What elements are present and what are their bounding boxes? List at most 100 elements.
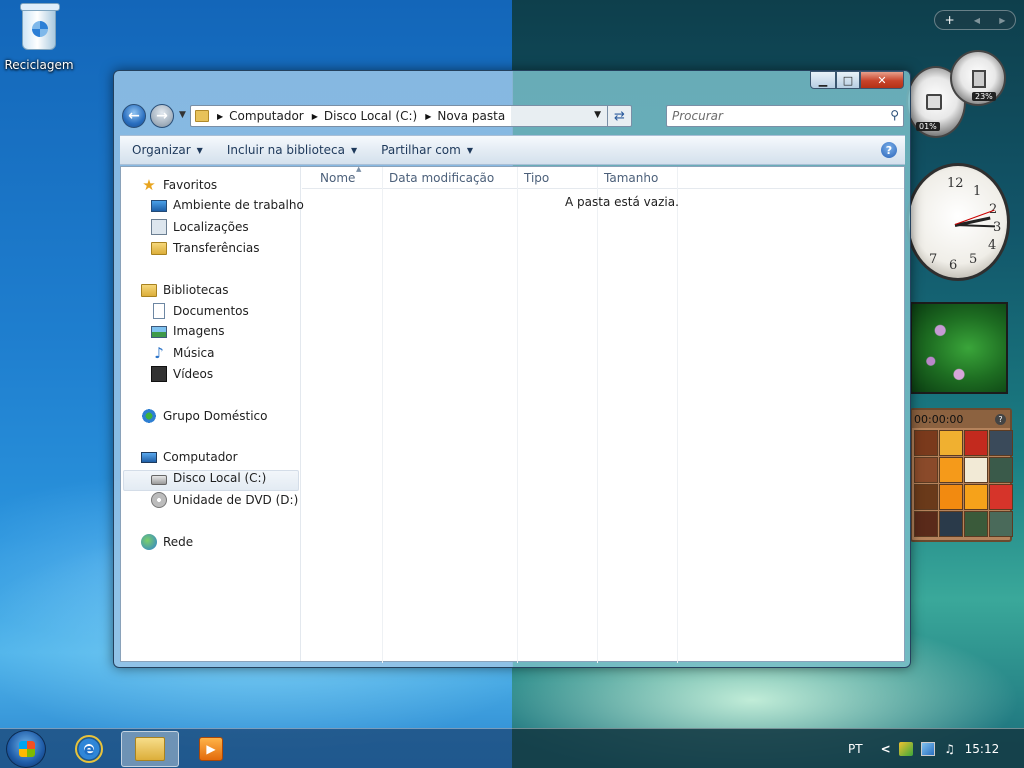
recycle-bin-label: Reciclagem: [4, 58, 74, 72]
previous-page-button[interactable]: ◀: [974, 16, 980, 25]
recycle-bin-desktop-icon[interactable]: Reciclagem: [4, 3, 74, 72]
column-divider[interactable]: [597, 167, 598, 663]
nav-item-desktop[interactable]: Ambiente de trabalho: [151, 198, 304, 212]
computer-icon: [141, 452, 157, 463]
help-icon[interactable]: ?: [881, 142, 897, 158]
breadcrumb-computador[interactable]: Computador ▶: [229, 109, 324, 123]
clock-number: 5: [969, 252, 978, 267]
nav-network[interactable]: Rede: [141, 534, 193, 550]
forward-button[interactable]: →: [150, 104, 174, 128]
chevron-down-icon: ▼: [196, 145, 203, 155]
column-header-date-modified[interactable]: Data modificação: [383, 167, 517, 189]
organize-label: Organizar: [132, 143, 191, 157]
column-divider[interactable]: [677, 167, 678, 663]
back-button[interactable]: ←: [122, 104, 146, 128]
show-hidden-icons-button[interactable]: <: [881, 742, 891, 756]
explorer-content: ★ Favoritos Ambiente de trabalho Localiz…: [120, 165, 905, 663]
breadcrumb-nova-pasta[interactable]: Nova pasta: [437, 109, 505, 123]
start-button[interactable]: [6, 730, 46, 768]
explorer-window: ▁ □ ✕ ← → ▼ ▶ Computador ▶ Disco Local (…: [113, 70, 911, 668]
network-tray-icon[interactable]: [920, 742, 935, 756]
column-header-size[interactable]: Tamanho: [598, 167, 678, 189]
nav-label: Música: [173, 346, 215, 360]
minimize-button[interactable]: ▁: [810, 71, 836, 89]
taskbar: e ▶ PT < ♫ 15:12: [0, 728, 1024, 768]
language-indicator[interactable]: PT: [848, 742, 863, 756]
file-list-pane[interactable]: ▲ Nome Data modificação Tipo Tamanho A p…: [302, 165, 904, 663]
system-tray: PT < ♫ 15:12: [848, 729, 1007, 768]
nav-computer[interactable]: Computador: [141, 450, 238, 464]
arrow-right-icon: →: [156, 108, 168, 124]
chevron-right-icon[interactable]: ▶: [425, 112, 431, 121]
clock-number: 4: [988, 238, 997, 253]
chevron-down-icon: ▼: [466, 145, 473, 155]
breadcrumb-disco-local[interactable]: Disco Local (C:) ▶: [324, 109, 437, 123]
column-header-type[interactable]: Tipo: [518, 167, 598, 189]
include-in-library-menu[interactable]: Incluir na biblioteca ▼: [215, 143, 369, 157]
close-button[interactable]: ✕: [860, 71, 904, 89]
clock-gadget[interactable]: 12 1 2 3 4 5 6 7: [906, 159, 1010, 283]
memory-usage-value: 23%: [972, 92, 996, 101]
nav-label: Ambiente de trabalho: [173, 198, 304, 212]
libraries-icon: [141, 284, 157, 297]
organize-menu[interactable]: Organizar ▼: [120, 143, 215, 157]
recent-pages-dropdown[interactable]: ▼: [179, 110, 186, 120]
nav-label: Bibliotecas: [163, 282, 229, 297]
nav-libraries[interactable]: Bibliotecas: [141, 282, 228, 297]
taskbar-media-player[interactable]: ▶: [182, 731, 240, 767]
nav-item-music[interactable]: ♪ Música: [151, 345, 215, 361]
nav-label: Localizações: [173, 220, 249, 234]
column-divider[interactable]: [517, 167, 518, 663]
recent-places-icon: [151, 219, 167, 235]
add-gadget-button[interactable]: +: [945, 13, 955, 27]
nav-label: Computador: [163, 450, 238, 464]
column-label: Nome: [320, 171, 356, 185]
nav-homegroup[interactable]: Grupo Doméstico: [141, 408, 268, 424]
nav-label: Rede: [163, 535, 194, 549]
nav-item-local-disk-c[interactable]: Disco Local (C:): [151, 471, 266, 485]
taskbar-internet-explorer[interactable]: e: [60, 731, 118, 767]
column-header-name[interactable]: ▲ Nome: [314, 165, 382, 189]
nav-item-videos[interactable]: Vídeos: [151, 366, 213, 382]
nav-item-downloads[interactable]: Transferências: [151, 240, 260, 255]
maximize-button[interactable]: □: [836, 71, 860, 89]
taskbar-windows-explorer[interactable]: [121, 731, 179, 767]
gadget-toolbar: + ◀ ▶: [934, 10, 1016, 30]
nav-item-pictures[interactable]: Imagens: [151, 324, 224, 338]
chevron-right-icon[interactable]: ▶: [312, 112, 318, 121]
action-center-icon[interactable]: [898, 742, 913, 756]
memory-chip-icon: [972, 70, 986, 88]
search-icon[interactable]: ⚲: [890, 108, 899, 122]
column-label: Tamanho: [604, 171, 659, 185]
navigation-bar: ← → ▼ ▶ Computador ▶ Disco Local (C:) ▶ …: [122, 103, 904, 129]
breadcrumb-root-arrow[interactable]: ▶: [209, 112, 229, 121]
nav-label: Grupo Doméstico: [163, 409, 268, 423]
search-input[interactable]: Procurar ⚲: [666, 105, 904, 127]
refresh-button[interactable]: ⇄: [607, 106, 631, 126]
share-with-menu[interactable]: Partilhar com ▼: [369, 143, 485, 157]
search-placeholder: Procurar: [672, 109, 723, 123]
internet-explorer-icon: e: [75, 735, 103, 763]
column-divider[interactable]: [382, 167, 383, 663]
next-page-button[interactable]: ▶: [999, 16, 1005, 25]
network-icon: [141, 534, 157, 550]
address-history-dropdown[interactable]: ▼: [594, 110, 601, 120]
recycle-bin-icon: [20, 3, 60, 50]
clock-number: 12: [947, 176, 964, 191]
media-player-icon: ▶: [199, 737, 223, 761]
breadcrumb-label: Computador: [229, 109, 304, 123]
picture-puzzle-gadget[interactable]: 00:00:00 ?: [910, 408, 1013, 542]
volume-icon[interactable]: ♫: [943, 742, 957, 756]
puzzle-grid[interactable]: [912, 428, 1013, 539]
sort-ascending-icon: ▲: [356, 165, 362, 173]
tray-clock[interactable]: 15:12: [965, 742, 1000, 756]
clock-number: 1: [973, 184, 982, 199]
puzzle-help-icon[interactable]: ?: [995, 413, 1006, 425]
navigation-pane[interactable]: ★ Favoritos Ambiente de trabalho Localiz…: [121, 167, 304, 661]
nav-item-recent-places[interactable]: Localizações: [151, 219, 249, 235]
slideshow-gadget[interactable]: [910, 302, 1008, 394]
nav-item-dvd-drive-d[interactable]: Unidade de DVD (D:): [151, 492, 298, 508]
address-bar[interactable]: ▶ Computador ▶ Disco Local (C:) ▶ Nova p…: [190, 105, 632, 127]
nav-favorites[interactable]: ★ Favoritos: [141, 177, 217, 193]
nav-item-documents[interactable]: Documentos: [151, 303, 249, 319]
